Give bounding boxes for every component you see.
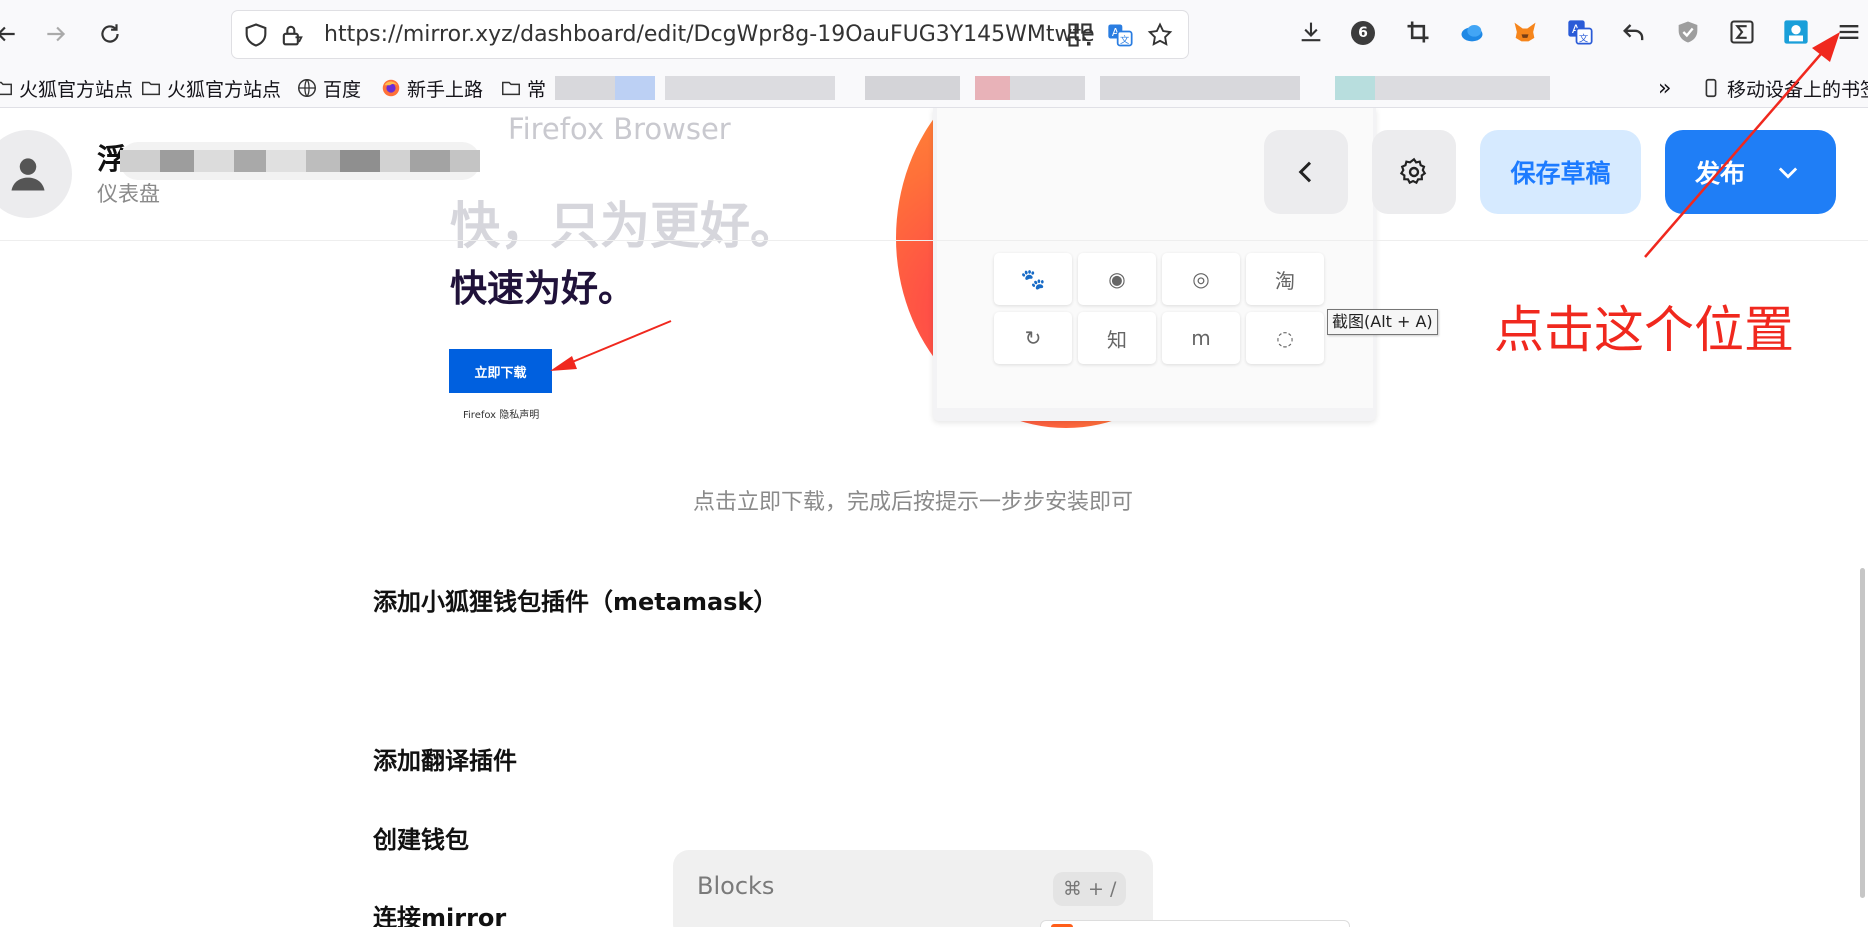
dashboard-link[interactable]: 仪表盘 [97, 178, 160, 208]
mobile-bookmarks-label: 移动设备上的书签 [1727, 78, 1868, 101]
user-icon [11, 158, 45, 191]
chevron-down-icon [1778, 167, 1798, 179]
bookmark-item[interactable]: 火狐官方站点 [0, 74, 133, 102]
svg-text:文: 文 [1120, 34, 1129, 46]
reload-icon[interactable] [90, 14, 130, 54]
blurred-bookmark [1335, 76, 1375, 100]
bookmark-item[interactable]: 百度 [296, 74, 361, 102]
firefox-tagline-primary: 快，只为更好。 [450, 197, 800, 255]
firefox-browser-brand: Firefox Browser [508, 112, 731, 146]
bookmarks-bar: 火狐官方站点 火狐官方站点 百度 新手上路 常 » 移动设备上的书签 [0, 68, 1868, 108]
shortcut-tile: 知 [1078, 312, 1156, 364]
bookmark-label: 百度 [323, 78, 362, 101]
header-divider [0, 240, 1868, 241]
article-heading[interactable]: 添加翻译插件 [373, 741, 517, 776]
shortcut-tile: 🐾 [994, 253, 1072, 305]
blurred-bookmark [615, 76, 655, 100]
back-icon[interactable] [0, 14, 26, 54]
publish-button[interactable]: 发布 [1665, 130, 1836, 214]
folder-icon [0, 81, 12, 96]
undo-icon[interactable] [1619, 17, 1649, 47]
extension-badge[interactable]: 6 [1351, 21, 1375, 45]
shield-check-icon[interactable] [1673, 17, 1703, 47]
blurred-bookmark [975, 76, 1010, 100]
blurred-bookmark [1375, 76, 1550, 100]
blurred-user-name [120, 142, 480, 180]
bookmark-item[interactable]: 火狐官方站点 [140, 74, 281, 102]
blocks-shortcut-badge: ⌘ + / [1053, 872, 1127, 906]
browser-toolbar: https://mirror.xyz/dashboard/edit/DcgWpr… [0, 0, 1868, 68]
crop-icon[interactable] [1403, 17, 1433, 47]
download-icon[interactable] [1296, 17, 1326, 47]
forward-icon[interactable] [36, 14, 76, 54]
bookmark-label: 新手上路 [407, 78, 484, 101]
shortcut-tile: ◌ [1246, 312, 1324, 364]
article-heading[interactable]: 连接mirror [373, 898, 506, 927]
blocks-label: Blocks [697, 872, 775, 900]
svg-text:文: 文 [1579, 32, 1588, 44]
mirror-editor-page: Firefox Browser 快，只为更好。 快速为好。 立即下载 Firef… [0, 108, 1868, 927]
shortcut-tile: ◎ [1162, 253, 1240, 305]
annotation-hint: 点击这个位置 [1494, 301, 1794, 359]
bookmark-item[interactable]: 常 [500, 74, 546, 102]
profile-extension-icon[interactable] [1781, 17, 1811, 47]
firefox-privacy-link: Firefox 隐私声明 [463, 410, 540, 421]
bookmark-label: 火狐官方站点 [19, 78, 134, 101]
firefox-icon [382, 79, 400, 97]
bookmark-label: 常 [527, 78, 547, 101]
chevron-left-icon [1298, 161, 1312, 183]
translate-extension-icon[interactable]: A文 [1565, 17, 1595, 47]
lock-icon[interactable] [278, 21, 306, 49]
blocks-menu[interactable]: Blocks ⌘ + / [673, 850, 1153, 927]
blurred-bookmark [665, 76, 835, 100]
scrollbar[interactable] [1860, 568, 1865, 898]
blurred-bookmark [1010, 76, 1085, 100]
shield-icon[interactable] [242, 21, 270, 49]
screenshot-tooltip: 截图(Alt + A) [1327, 309, 1438, 335]
qr-code-icon[interactable] [1066, 21, 1094, 49]
popup-edge [1040, 920, 1350, 927]
folder-icon [502, 81, 520, 96]
blurred-bookmark [865, 76, 960, 100]
translate-icon[interactable]: A文 [1106, 21, 1134, 49]
shortcut-tile: m [1162, 312, 1240, 364]
cloud-extension-icon[interactable] [1457, 17, 1487, 47]
url-text[interactable]: https://mirror.xyz/dashboard/edit/DcgWpr… [324, 21, 1094, 49]
firefox-download-button: 立即下载 [449, 349, 552, 393]
shortcut-tile: 淘 [1246, 253, 1324, 305]
article-heading[interactable]: 创建钱包 [373, 820, 469, 855]
more-bookmarks-chevron-icon[interactable]: » [1658, 74, 1671, 102]
publish-label: 发布 [1695, 159, 1746, 188]
image-caption: 点击立即下载，完成后按提示一步步安装即可 [692, 490, 1133, 515]
firefox-tagline-secondary: 快速为好。 [450, 267, 635, 310]
blurred-bookmark [1100, 76, 1300, 100]
bookmark-item[interactable]: 新手上路 [380, 74, 483, 102]
blurred-bookmark [555, 76, 615, 100]
gear-icon [1399, 157, 1427, 185]
star-icon[interactable] [1146, 21, 1174, 49]
settings-button[interactable] [1372, 130, 1456, 214]
back-button[interactable] [1264, 130, 1348, 214]
save-draft-button[interactable]: 保存草稿 [1480, 130, 1641, 214]
folder-icon [142, 81, 160, 96]
shortcut-tile: ◉ [1078, 253, 1156, 305]
article-heading[interactable]: 添加小狐狸钱包插件（metamask） [373, 582, 777, 617]
sigma-icon[interactable] [1727, 17, 1757, 47]
menu-hamburger-icon[interactable] [1834, 17, 1864, 47]
avatar[interactable] [0, 130, 72, 218]
bookmark-label: 火狐官方站点 [167, 78, 282, 101]
metamask-fox-icon[interactable] [1510, 17, 1540, 47]
mobile-device-icon [1705, 78, 1717, 98]
globe-icon [298, 79, 316, 97]
mobile-bookmarks[interactable]: 移动设备上的书签 [1700, 74, 1868, 102]
url-bar[interactable]: https://mirror.xyz/dashboard/edit/DcgWpr… [232, 11, 1188, 58]
shortcut-tile: ↻ [994, 312, 1072, 364]
